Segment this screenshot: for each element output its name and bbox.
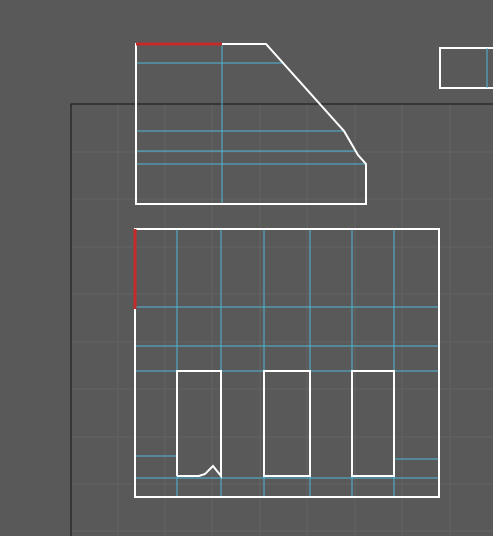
editor-viewport[interactable] (0, 0, 493, 536)
viewport-background (0, 0, 493, 536)
